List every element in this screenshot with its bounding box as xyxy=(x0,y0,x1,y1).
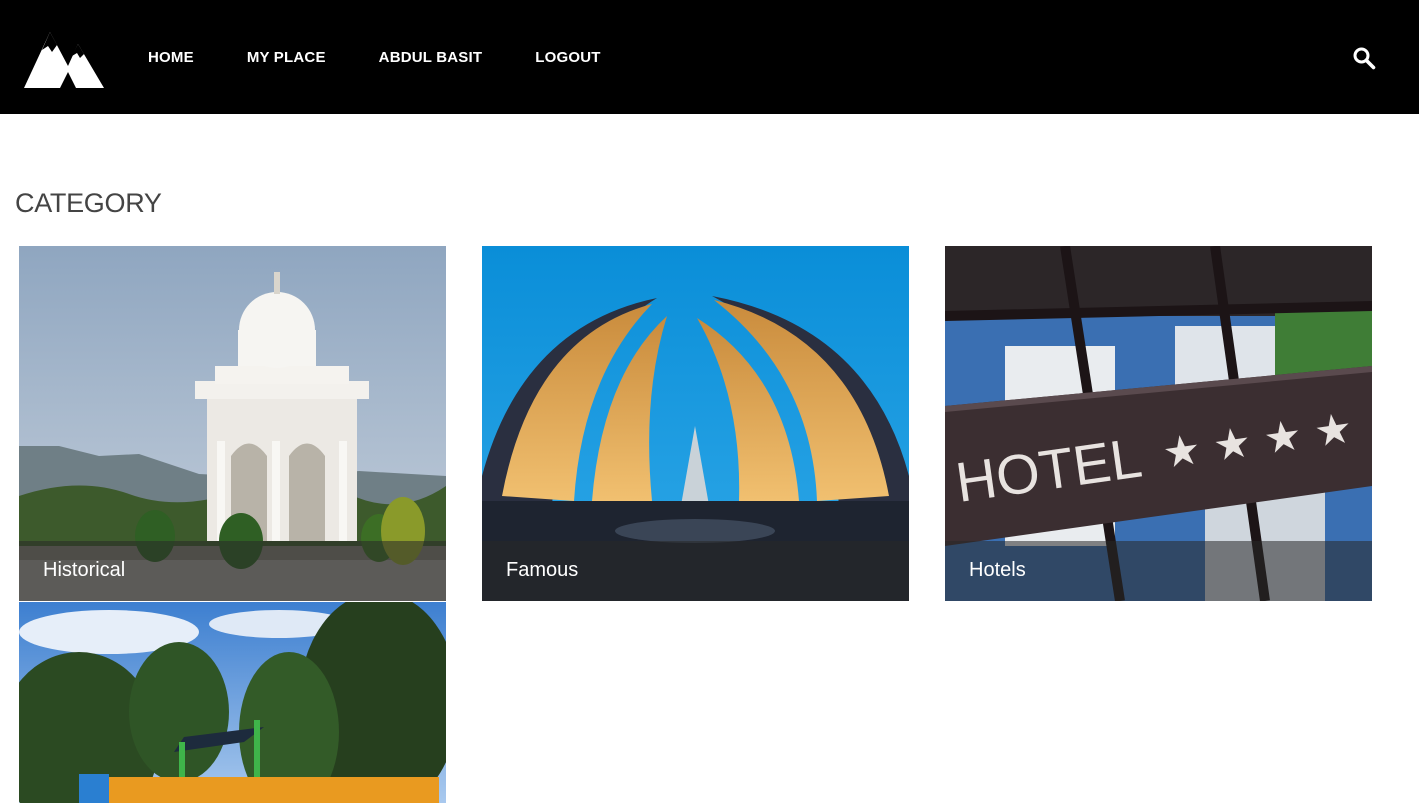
category-card-historical[interactable]: Historical xyxy=(19,246,446,601)
nav-logout[interactable]: LOGOUT xyxy=(535,49,600,66)
nav-home[interactable]: HOME xyxy=(148,49,194,66)
nav-my-place[interactable]: MY PLACE xyxy=(247,49,326,66)
main-nav: HOME MY PLACE ABDUL BASIT LOGOUT xyxy=(148,0,654,114)
page-title: CATEGORY xyxy=(15,188,162,218)
category-card-hotels[interactable]: HOTEL ★ ★ ★ ★ Hotels xyxy=(945,246,1372,601)
category-card-park[interactable] xyxy=(19,602,446,803)
category-label: Hotels xyxy=(969,559,1026,581)
top-navbar: HOME MY PLACE ABDUL BASIT LOGOUT xyxy=(0,0,1419,114)
park-playground-image xyxy=(19,602,446,803)
category-label: Famous xyxy=(506,559,579,581)
mountain-logo-icon[interactable] xyxy=(22,28,106,90)
category-card-famous[interactable]: Famous xyxy=(482,246,909,601)
nav-user-profile[interactable]: ABDUL BASIT xyxy=(379,49,483,66)
search-icon[interactable] xyxy=(1352,46,1376,70)
category-label: Historical xyxy=(43,559,126,581)
